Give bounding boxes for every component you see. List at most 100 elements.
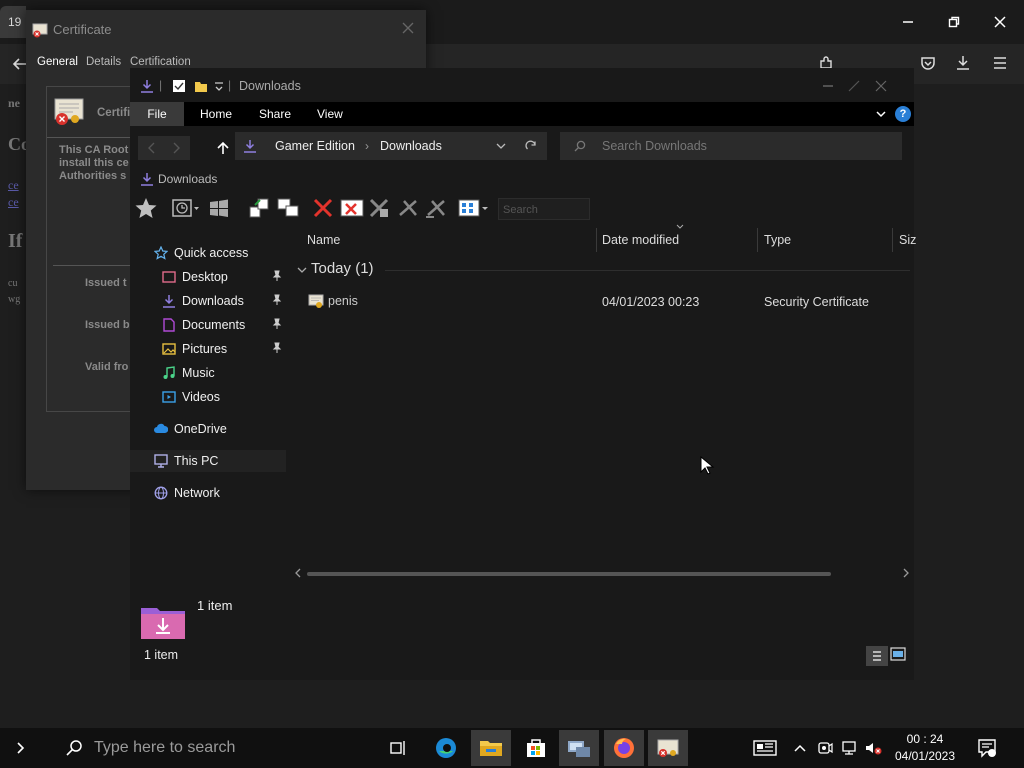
pocket-button[interactable] xyxy=(920,55,936,71)
nav-this-pc[interactable]: This PC xyxy=(130,450,286,472)
taskbar-search-icon[interactable] xyxy=(66,740,82,756)
explorer-minimize-button[interactable] xyxy=(822,80,834,92)
pin-icon xyxy=(272,270,282,282)
expand-ribbon-button[interactable] xyxy=(875,108,887,120)
notification-center-button[interactable] xyxy=(972,728,1002,768)
tab-home[interactable]: Home xyxy=(200,102,232,126)
nav-quick-access[interactable]: Quick access xyxy=(154,242,248,264)
explorer-close-button[interactable] xyxy=(875,80,887,92)
scroll-right-button[interactable] xyxy=(902,568,910,578)
restore-button[interactable] xyxy=(934,8,974,36)
page-link[interactable]: ce xyxy=(8,178,19,193)
videos-folder-icon xyxy=(162,391,176,403)
column-header-name[interactable]: Name xyxy=(307,230,340,250)
status-item-count: 1 item xyxy=(197,598,233,613)
taskbar-certificate[interactable] xyxy=(648,730,688,766)
properties-icon[interactable] xyxy=(172,79,186,93)
tab-file[interactable]: File xyxy=(130,102,184,126)
disconnect-icon[interactable] xyxy=(368,197,392,219)
file-type: Security Certificate xyxy=(764,295,869,309)
back-button[interactable] xyxy=(146,142,158,154)
refresh-button[interactable] xyxy=(525,140,537,152)
clock-time: 00 : 24 xyxy=(906,732,944,746)
show-hidden-icons-button[interactable] xyxy=(790,728,810,768)
group-header[interactable]: Today (1) xyxy=(311,260,374,277)
copy-to-icon[interactable] xyxy=(276,197,302,219)
taskbar-search-input[interactable]: Type here to search xyxy=(94,739,235,757)
minimize-button[interactable] xyxy=(888,8,928,36)
move-to-icon[interactable] xyxy=(248,197,272,219)
views-icon[interactable] xyxy=(458,198,490,218)
nav-desktop[interactable]: Desktop xyxy=(162,266,228,288)
taskbar: Type here to search 00 : 24 04/01/2023 xyxy=(0,728,1024,768)
details-view-button[interactable] xyxy=(866,646,888,666)
certificate-close-button[interactable] xyxy=(402,22,414,34)
nav-documents[interactable]: Documents xyxy=(162,314,245,336)
nav-pictures[interactable]: Pictures xyxy=(162,338,227,360)
tab-details[interactable]: Details xyxy=(86,52,121,74)
nav-label: Pictures xyxy=(182,342,228,356)
close-button[interactable] xyxy=(980,8,1020,36)
new-folder-icon[interactable] xyxy=(194,79,208,93)
nav-downloads[interactable]: Downloads xyxy=(162,290,244,312)
up-button[interactable] xyxy=(216,141,230,155)
redo-icon[interactable] xyxy=(424,197,448,219)
tab-view[interactable]: View xyxy=(317,102,343,126)
delete-window-icon[interactable] xyxy=(340,197,364,219)
table-row[interactable]: penis 04/01/2023 00:23 Security Certific… xyxy=(300,290,900,312)
history-icon[interactable] xyxy=(172,198,200,218)
browser-tab[interactable]: 19 xyxy=(0,6,26,38)
tab-share[interactable]: Share xyxy=(259,102,291,126)
network-status-button[interactable] xyxy=(838,728,860,768)
breadcrumb-root[interactable]: Gamer Edition xyxy=(275,139,355,153)
help-button[interactable]: ? xyxy=(895,106,911,122)
page-link[interactable]: ce xyxy=(8,195,19,210)
large-icons-view-button[interactable] xyxy=(890,647,906,661)
customize-quick-access-icon[interactable] xyxy=(214,80,224,92)
nav-videos[interactable]: Videos xyxy=(162,386,220,408)
taskbar-firefox[interactable] xyxy=(604,730,644,766)
address-history-button[interactable] xyxy=(495,140,507,152)
downloads-button[interactable] xyxy=(955,55,971,71)
nav-music[interactable]: Music xyxy=(162,362,215,384)
arrow-up-icon xyxy=(217,141,229,154)
toolbar-search-input[interactable]: Search xyxy=(498,198,590,220)
group-collapse-icon[interactable] xyxy=(297,265,307,275)
column-header-size[interactable]: Siz xyxy=(899,230,916,250)
pin-icon xyxy=(272,342,282,354)
address-bar[interactable]: Gamer Edition › Downloads xyxy=(235,132,547,160)
certificate-titlebar: Certificate xyxy=(26,10,426,48)
scroll-left-button[interactable] xyxy=(294,568,302,578)
tab-general[interactable]: General xyxy=(37,52,78,74)
horizontal-scrollbar[interactable] xyxy=(307,572,831,576)
task-view-button[interactable] xyxy=(378,730,418,766)
news-widget-button[interactable] xyxy=(748,728,782,768)
delete-icon[interactable] xyxy=(312,197,334,219)
explorer-maximize-button[interactable] xyxy=(848,80,860,92)
page-heading: If xyxy=(8,230,23,252)
taskbar-expand-button[interactable] xyxy=(16,742,26,754)
breadcrumb-separator: › xyxy=(365,139,369,153)
navigation-pane: Quick access Desktop Downloads Documents… xyxy=(130,238,290,598)
favorites-icon[interactable] xyxy=(134,196,158,220)
undo-icon[interactable] xyxy=(396,197,420,219)
column-header-date-modified[interactable]: Date modified xyxy=(602,230,679,250)
nav-onedrive[interactable]: OneDrive xyxy=(154,418,227,440)
meet-now-button[interactable] xyxy=(814,728,836,768)
taskbar-network-app[interactable] xyxy=(559,730,599,766)
breadcrumb-current[interactable]: Downloads xyxy=(380,139,442,153)
windows-icon[interactable] xyxy=(208,198,230,218)
nav-network[interactable]: Network xyxy=(154,482,220,504)
column-header-type[interactable]: Type xyxy=(764,230,791,250)
clock[interactable]: 00 : 24 04/01/2023 xyxy=(886,731,964,767)
taskbar-file-explorer[interactable] xyxy=(471,730,511,766)
search-box[interactable]: Search Downloads xyxy=(560,132,902,160)
forward-button[interactable] xyxy=(170,142,182,154)
issued-to-label: Issued t xyxy=(85,277,127,289)
taskbar-edge[interactable] xyxy=(426,730,466,766)
volume-button[interactable] xyxy=(862,728,884,768)
menu-button[interactable] xyxy=(992,55,1008,71)
nav-label: Music xyxy=(182,366,215,380)
camera-icon xyxy=(818,742,833,754)
taskbar-store[interactable] xyxy=(516,730,556,766)
